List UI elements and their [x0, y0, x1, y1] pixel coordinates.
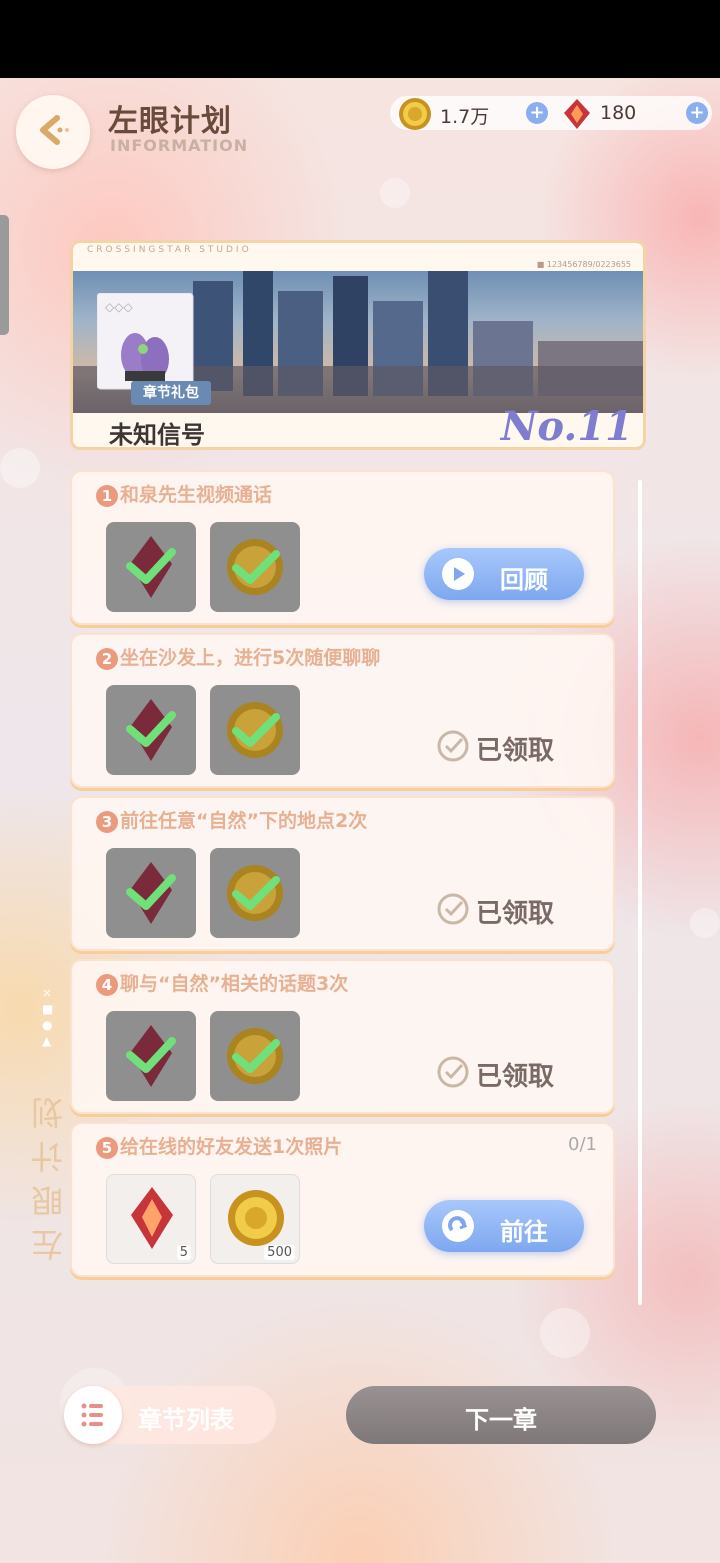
task-title: 2 坐在沙发上，进行5次随便聊聊: [96, 643, 380, 670]
studio-text: CROSSINGSTAR STUDIO: [87, 245, 252, 255]
task-item: 3 前往任意“自然”下的地点2次 已领取: [70, 796, 615, 951]
reward-quantity: 5: [176, 1245, 191, 1260]
red-crystal-reward[interactable]: [106, 685, 196, 775]
task-item: 4 聊与“自然”相关的话题3次 已领取: [70, 959, 615, 1114]
gold-coin-amount: 1.7万: [440, 106, 490, 128]
back-arrow-icon: [33, 110, 73, 154]
chapter-number: No.11: [500, 403, 633, 450]
red-crystal-reward[interactable]: [106, 1011, 196, 1101]
add-gold-button[interactable]: +: [526, 102, 548, 124]
task-title: 5 给在线的好友发送1次照片: [96, 1132, 342, 1159]
gold-coin-reward[interactable]: [210, 848, 300, 938]
task-title: 1 和泉先生视频通话: [96, 480, 272, 507]
task-item: 1 和泉先生视频通话 回顾: [70, 470, 615, 625]
vertical-decoration: × ■ ● ▲: [42, 986, 54, 1048]
side-drawer-handle[interactable]: [0, 215, 9, 335]
chapter-name: 未知信号: [109, 421, 205, 449]
gold-coin-reward[interactable]: [210, 522, 300, 612]
list-icon: [64, 1386, 122, 1444]
chapter-list-label: 章节列表: [138, 1406, 234, 1434]
svg-text:◇◇◇: ◇◇◇: [105, 300, 133, 314]
status-bar: [0, 0, 720, 78]
scrollbar[interactable]: [638, 480, 642, 1305]
gold-coin-reward[interactable]: [210, 685, 300, 775]
gold-coin-icon: [398, 97, 432, 131]
play-icon: [442, 558, 474, 590]
vertical-title: 左眼计划: [30, 1085, 68, 1261]
page-title: 左眼计划: [108, 104, 232, 139]
reward-quantity: 500: [264, 1245, 295, 1260]
claimed-label: 已领取: [476, 898, 555, 929]
task-title: 4 聊与“自然”相关的话题3次: [96, 969, 348, 996]
task-title: 3 前往任意“自然”下的地点2次: [96, 806, 367, 833]
next-chapter-button[interactable]: 下一章: [346, 1386, 656, 1444]
next-chapter-label: 下一章: [465, 1406, 537, 1434]
chapter-gift-label: 章节礼包: [131, 381, 211, 405]
check-circle-icon: [436, 1055, 470, 1093]
red-crystal-reward[interactable]: 5: [106, 1174, 196, 1264]
red-crystal-icon: [560, 97, 594, 131]
red-crystal-amount: 180: [600, 102, 637, 124]
red-crystal-reward[interactable]: [106, 522, 196, 612]
claimed-status: 已领取: [436, 729, 554, 767]
back-button[interactable]: [16, 95, 90, 169]
arrow-redo-icon: [442, 1210, 474, 1242]
red-crystal-reward[interactable]: [106, 848, 196, 938]
currency-bar: 1.7万 + 180 +: [390, 96, 712, 130]
gold-coin-reward[interactable]: [210, 1011, 300, 1101]
claimed-label: 已领取: [476, 735, 555, 766]
go-button-label: 前往: [500, 1218, 548, 1246]
claimed-status: 已领取: [436, 1055, 554, 1093]
gold-coin-reward[interactable]: 500: [210, 1174, 300, 1264]
task-item: 2 坐在沙发上，进行5次随便聊聊 已领取: [70, 633, 615, 788]
go-button[interactable]: 前往: [424, 1200, 584, 1252]
check-circle-icon: [436, 892, 470, 930]
claimed-label: 已领取: [476, 1061, 555, 1092]
task-progress: 0/1: [568, 1134, 597, 1155]
chapter-card: CROSSINGSTAR STUDIO ■ 123456789/0223655 …: [70, 240, 646, 450]
review-button[interactable]: 回顾: [424, 548, 584, 600]
chapter-list-button[interactable]: 章节列表: [64, 1386, 276, 1444]
claimed-status: 已领取: [436, 892, 554, 930]
page-subtitle: INFORMATION: [110, 136, 249, 155]
add-crystal-button[interactable]: +: [686, 102, 708, 124]
review-button-label: 回顾: [500, 566, 548, 594]
task-item: 5 给在线的好友发送1次照片 0/1 5 500 前往: [70, 1122, 615, 1277]
check-circle-icon: [436, 729, 470, 767]
serial-code: ■ 123456789/0223655: [536, 260, 631, 269]
